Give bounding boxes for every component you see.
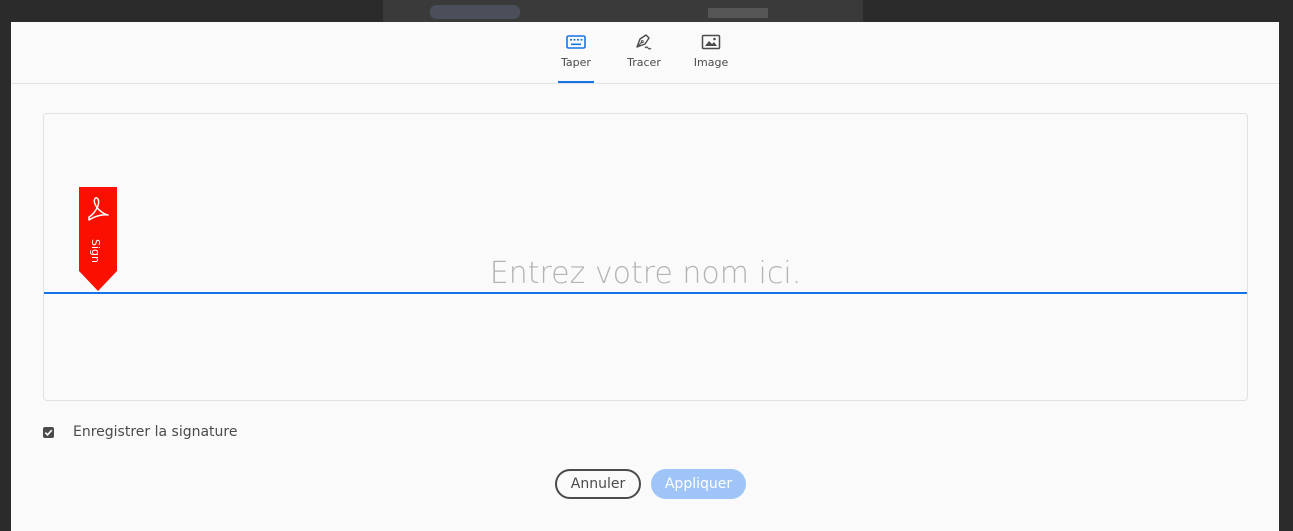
tab-label: Tracer: [627, 56, 661, 69]
checkmark-icon: [44, 429, 53, 436]
pen-draw-icon: [636, 34, 652, 50]
image-icon: [701, 34, 721, 50]
tab-label: Image: [693, 56, 729, 69]
keyboard-icon: [566, 35, 586, 49]
tab-taper[interactable]: Taper: [546, 32, 606, 83]
active-tab-indicator: [558, 81, 594, 83]
tab-tracer[interactable]: Tracer: [614, 32, 674, 82]
cancel-button[interactable]: Annuler: [555, 469, 641, 499]
signature-mode-tabs: Taper Tracer Image: [11, 22, 1279, 84]
background-document-logo: [430, 5, 520, 19]
apply-button[interactable]: Appliquer: [651, 469, 746, 499]
signature-name-input[interactable]: [44, 254, 1247, 294]
tab-image[interactable]: Image: [681, 32, 741, 82]
signature-dialog: Taper Tracer Image Sign Entrez votre nom…: [11, 22, 1279, 531]
tab-label: Taper: [561, 56, 591, 69]
background-document-graphic: [708, 8, 768, 18]
save-signature-option[interactable]: Enregistrer la signature: [43, 422, 237, 442]
save-signature-label: Enregistrer la signature: [73, 424, 238, 440]
signature-canvas[interactable]: Sign: [43, 113, 1248, 401]
save-signature-checkbox[interactable]: [43, 426, 54, 438]
